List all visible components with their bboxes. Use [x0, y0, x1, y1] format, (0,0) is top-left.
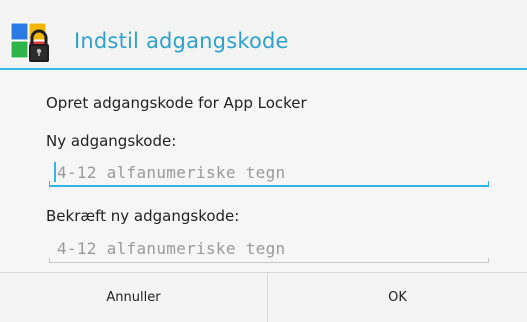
new-password-field[interactable]: 4-12 alfanumeriske tegn: [49, 157, 489, 187]
dialog-content: Opret adgangskode for App Locker Ny adga…: [0, 70, 527, 272]
confirm-password-field[interactable]: 4-12 alfanumeriske tegn: [49, 233, 489, 263]
dialog-header: Indstil adgangskode: [0, 0, 527, 70]
cancel-button[interactable]: Annuller: [0, 273, 267, 322]
dialog-title: Indstil adgangskode: [74, 29, 289, 53]
new-password-placeholder: 4-12 alfanumeriske tegn: [57, 163, 286, 182]
intro-text: Opret adgangskode for App Locker: [46, 94, 307, 112]
password-dialog: Indstil adgangskode Opret adgangskode fo…: [0, 0, 527, 322]
ok-button[interactable]: OK: [268, 273, 527, 322]
confirm-password-placeholder: 4-12 alfanumeriske tegn: [57, 239, 286, 258]
new-password-label: Ny adgangskode:: [46, 132, 177, 150]
dialog-button-bar: Annuller OK: [0, 272, 527, 322]
confirm-password-label: Bekræft ny adgangskode:: [46, 207, 240, 225]
app-locker-icon: [9, 21, 53, 65]
text-cursor: [54, 162, 56, 182]
